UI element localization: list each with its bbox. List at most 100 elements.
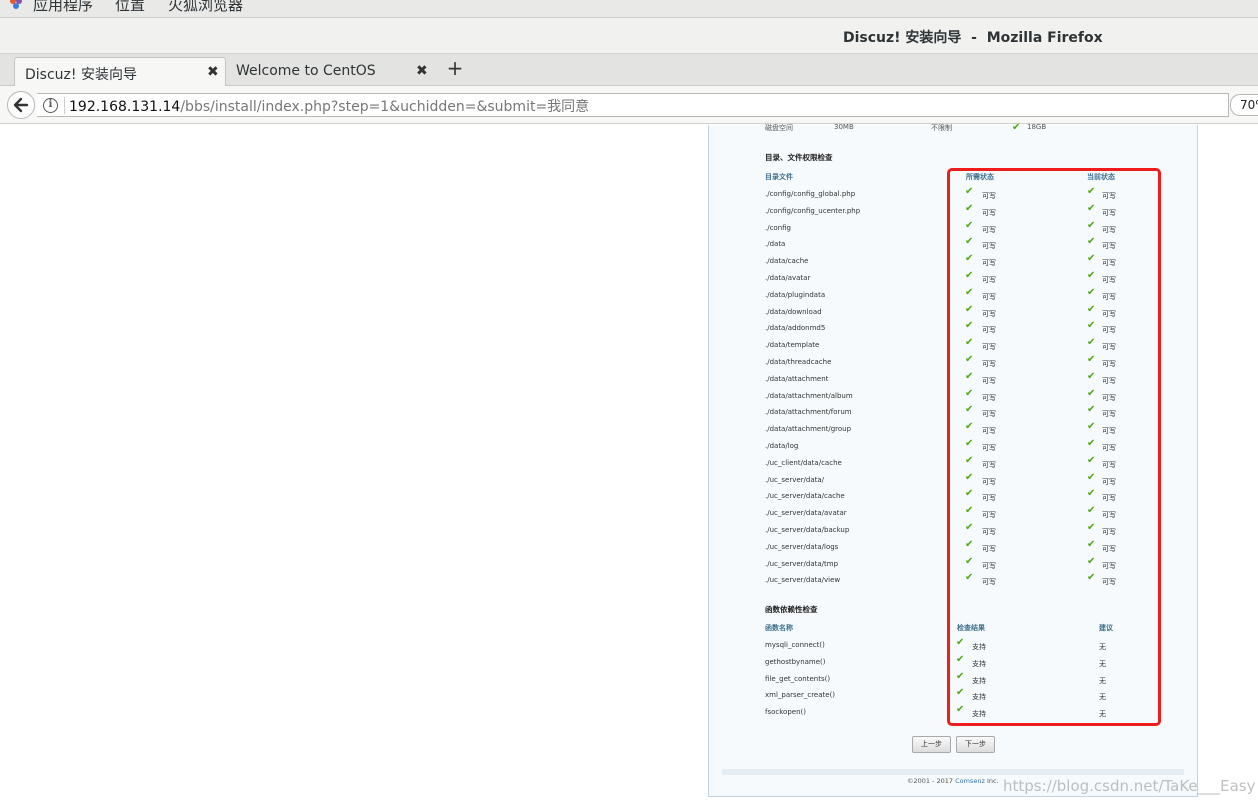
close-tab-icon[interactable]: ✖ xyxy=(207,64,219,80)
check-icon: ✔ xyxy=(965,522,974,533)
window-titlebar[interactable]: Discuz! 安装向导 - Mozilla Firefox xyxy=(0,18,1258,54)
dir-row-required: 可写 xyxy=(982,562,996,570)
dir-row-required: 可写 xyxy=(982,192,996,200)
copyright-brand-link[interactable]: Comsenz xyxy=(955,777,985,785)
func-header-name: 函数名称 xyxy=(765,624,793,632)
func-row-suggest: 无 xyxy=(1099,710,1106,718)
copyright-text: ©2001 - 2017 Comsenz Inc. xyxy=(907,777,999,785)
dir-row-required: 可写 xyxy=(982,276,996,284)
check-icon: ✔ xyxy=(965,337,974,348)
dir-row-path: ./data/threadcache xyxy=(765,358,832,366)
disk-space-label: 磁盘空间 xyxy=(765,124,793,132)
gnome-places-menu[interactable]: 位置 xyxy=(115,0,145,15)
dir-row-path: ./data/attachment/group xyxy=(765,425,852,433)
check-icon: ✔ xyxy=(1087,388,1096,399)
dir-row-current: 可写 xyxy=(1102,310,1116,318)
dir-row-path: ./uc_server/data/backup xyxy=(765,526,850,534)
func-row-result: 支持 xyxy=(972,643,986,651)
gnome-browser-menu[interactable]: 火狐浏览器 xyxy=(168,0,243,15)
func-row-name: fsockopen() xyxy=(765,708,806,716)
func-row-name: mysqli_connect() xyxy=(765,641,825,649)
dir-header-current: 当前状态 xyxy=(1087,173,1115,181)
dir-row-current: 可写 xyxy=(1102,444,1116,452)
dir-row-current: 可写 xyxy=(1102,192,1116,200)
tab-discuz-install[interactable]: Discuz! 安装向导 ✖ xyxy=(14,57,226,86)
next-step-button[interactable]: 下一步 xyxy=(956,736,995,753)
dir-row-path: ./data/attachment/album xyxy=(765,392,853,400)
close-tab-icon[interactable]: ✖ xyxy=(416,63,428,79)
dir-row-current: 可写 xyxy=(1102,209,1116,217)
check-icon: ✔ xyxy=(1087,455,1096,466)
disk-space-best: 不限制 xyxy=(931,124,952,132)
func-row-name: gethostbyname() xyxy=(765,658,826,666)
dir-row-current: 可写 xyxy=(1102,528,1116,536)
dir-row-required: 可写 xyxy=(982,377,996,385)
check-icon: ✔ xyxy=(1087,421,1096,432)
check-icon: ✔ xyxy=(965,556,974,567)
check-icon: ✔ xyxy=(1087,539,1096,550)
back-button[interactable] xyxy=(7,91,35,119)
func-row-result: 支持 xyxy=(972,710,986,718)
tab-welcome-centos[interactable]: Welcome to CentOS ✖ xyxy=(226,57,436,86)
page-content xyxy=(0,125,1258,805)
check-icon: ✔ xyxy=(1087,287,1096,298)
dir-row-path: ./data/template xyxy=(765,341,820,349)
check-icon: ✔ xyxy=(1087,270,1096,281)
gnome-applications-menu[interactable]: 应用程序 xyxy=(33,0,93,15)
check-icon: ✔ xyxy=(965,539,974,550)
func-header-result: 检查结果 xyxy=(957,624,985,632)
dir-row-path: ./data/plugindata xyxy=(765,291,826,299)
prev-step-button[interactable]: 上一步 xyxy=(912,736,951,753)
dir-row-required: 可写 xyxy=(982,410,996,418)
func-section-title: 函数依赖性检查 xyxy=(765,605,818,614)
check-icon: ✔ xyxy=(965,220,974,231)
site-info-icon[interactable]: i xyxy=(43,98,58,113)
dir-row-current: 可写 xyxy=(1102,562,1116,570)
check-icon: ✔ xyxy=(956,671,965,682)
func-header-suggest: 建议 xyxy=(1099,624,1113,632)
dir-row-path: ./uc_server/data/ xyxy=(765,476,825,484)
func-row-suggest: 无 xyxy=(1099,677,1106,685)
dir-row-path: ./uc_client/data/cache xyxy=(765,459,842,467)
dir-row-path: ./uc_server/data/avatar xyxy=(765,509,847,517)
check-icon: ✔ xyxy=(956,637,965,648)
dir-row-current: 可写 xyxy=(1102,461,1116,469)
zoom-indicator[interactable]: 70% xyxy=(1230,94,1258,116)
dir-row-current: 可写 xyxy=(1102,326,1116,334)
dir-row-current: 可写 xyxy=(1102,545,1116,553)
dir-row-current: 可写 xyxy=(1102,343,1116,351)
url-separator xyxy=(64,97,65,114)
check-icon: ✔ xyxy=(1087,304,1096,315)
dir-row-required: 可写 xyxy=(982,494,996,502)
check-icon: ✔ xyxy=(1087,320,1096,331)
check-icon: ✔ xyxy=(965,186,974,197)
check-icon: ✔ xyxy=(965,320,974,331)
check-icon: ✔ xyxy=(965,438,974,449)
check-icon: ✔ xyxy=(1012,122,1021,133)
check-icon: ✔ xyxy=(965,505,974,516)
func-row-suggest: 无 xyxy=(1099,660,1106,668)
check-icon: ✔ xyxy=(965,388,974,399)
dir-row-required: 可写 xyxy=(982,326,996,334)
dir-section-title: 目录、文件权限检查 xyxy=(765,153,833,162)
check-icon: ✔ xyxy=(956,704,965,715)
check-icon: ✔ xyxy=(1087,505,1096,516)
copyright-prefix: ©2001 - 2017 xyxy=(907,777,956,785)
check-icon: ✔ xyxy=(965,572,974,583)
dir-row-path: ./uc_server/data/cache xyxy=(765,492,845,500)
dir-row-required: 可写 xyxy=(982,310,996,318)
url-bar[interactable]: i 192.168.131.14/bbs/install/index.php?s… xyxy=(37,93,1229,117)
check-icon: ✔ xyxy=(965,404,974,415)
dir-row-required: 可写 xyxy=(982,427,996,435)
url-text[interactable]: 192.168.131.14/bbs/install/index.php?ste… xyxy=(69,96,589,116)
url-host: 192.168.131.14 xyxy=(69,99,181,115)
check-icon: ✔ xyxy=(1087,404,1096,415)
applications-icon xyxy=(10,0,22,9)
check-icon: ✔ xyxy=(1087,556,1096,567)
check-icon: ✔ xyxy=(965,236,974,247)
dir-row-current: 可写 xyxy=(1102,276,1116,284)
new-tab-button[interactable]: + xyxy=(444,58,466,80)
check-icon: ✔ xyxy=(1087,354,1096,365)
dir-row-required: 可写 xyxy=(982,209,996,217)
dir-row-path: ./config/config_ucenter.php xyxy=(765,207,861,215)
